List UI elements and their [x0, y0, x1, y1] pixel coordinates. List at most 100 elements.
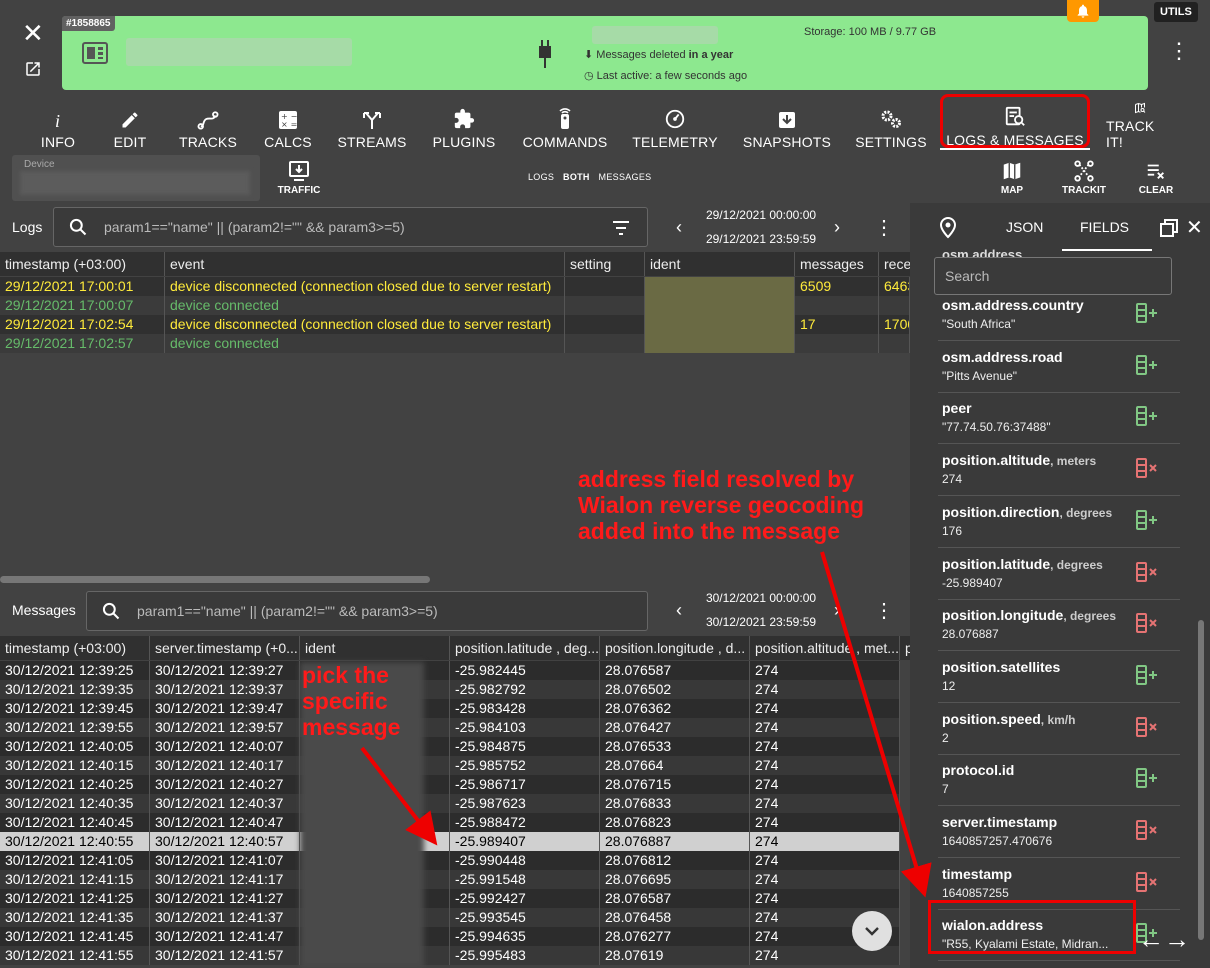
chevron-left-icon[interactable]: ‹ [676, 600, 682, 621]
trackit-button[interactable]: TRACKIT [1057, 160, 1111, 196]
tab-edit[interactable]: EDIT [114, 102, 146, 150]
tab-snapshots[interactable]: SNAPSHOTS [743, 102, 831, 150]
messages-filter-input[interactable]: param1=="name" || (param2!="" && param3>… [86, 591, 648, 631]
external-link-icon[interactable] [24, 60, 42, 78]
table-row[interactable]: 29/12/2021 17:00:07 device connected [0, 296, 910, 315]
clear-button[interactable]: CLEAR [1129, 160, 1183, 196]
table-row[interactable]: 30/12/2021 12:41:05 30/12/2021 12:41:07 -2… [0, 851, 900, 870]
chevron-left-icon[interactable]: ‹ [676, 217, 682, 238]
tab-track-it[interactable]: TRACK IT! [1106, 102, 1174, 150]
table-row[interactable]: 29/12/2021 17:00:01 device disconnected (… [0, 277, 910, 296]
tab-commands[interactable]: COMMANDS [522, 102, 608, 150]
col-timestamp[interactable]: timestamp (+03:00) [0, 636, 150, 660]
col-timestamp[interactable]: timestamp (+03:00) [0, 252, 165, 276]
table-row[interactable]: 29/12/2021 17:02:54 device disconnected (… [0, 315, 910, 334]
table-row[interactable]: 30/12/2021 12:39:25 30/12/2021 12:39:27 -2… [0, 661, 900, 680]
chevron-right-icon[interactable]: › [834, 217, 840, 238]
remove-column-icon[interactable] [1136, 716, 1160, 742]
add-column-icon[interactable] [1136, 664, 1160, 690]
col-rece[interactable]: rece [879, 252, 910, 276]
arrow-left-icon[interactable]: ← [1138, 924, 1164, 954]
toggle-messages[interactable]: MESSAGES [599, 172, 652, 182]
logs-horizontal-scrollbar[interactable] [0, 576, 430, 583]
col-ident[interactable]: ident [300, 636, 450, 660]
add-column-icon[interactable] [1136, 354, 1160, 380]
alarm-bell-button[interactable] [1067, 0, 1099, 22]
col-messages[interactable]: messages [795, 252, 879, 276]
field-item[interactable]: osm.address.country "South Africa" [938, 289, 1180, 341]
logs-date-range[interactable]: ‹ 29/12/2021 00:00:00 29/12/2021 23:59:5… [676, 207, 846, 247]
table-row[interactable]: 30/12/2021 12:39:55 30/12/2021 12:39:57 -2… [0, 718, 900, 737]
tab-info[interactable]: i INFO [41, 102, 75, 150]
filter-list-icon[interactable] [611, 220, 631, 236]
tab-streams[interactable]: STREAMS [337, 102, 406, 150]
messages-more-icon[interactable]: ⋮ [874, 598, 894, 623]
col-longitude[interactable]: position.longitude , d... [600, 636, 750, 660]
field-item[interactable]: position.altitude, meters 274 [938, 444, 1180, 497]
panel-scrollbar[interactable] [1198, 620, 1204, 940]
utils-button[interactable]: UTILS [1154, 2, 1198, 22]
remove-column-icon[interactable] [1136, 871, 1160, 897]
field-item[interactable]: protocol.id 7 [938, 754, 1180, 807]
table-row[interactable]: 30/12/2021 12:40:15 30/12/2021 12:40:17 -2… [0, 756, 900, 775]
more-vert-icon[interactable]: ⋮ [1168, 38, 1190, 64]
table-row[interactable]: 30/12/2021 12:41:35 30/12/2021 12:41:37 -2… [0, 908, 900, 927]
table-row[interactable]: 30/12/2021 12:39:35 30/12/2021 12:39:37 -2… [0, 680, 900, 699]
field-item[interactable]: position.satellites 12 [938, 651, 1180, 703]
table-row[interactable]: 30/12/2021 12:40:25 30/12/2021 12:40:27 -2… [0, 775, 900, 794]
add-column-icon[interactable] [1136, 303, 1160, 328]
tab-calcs[interactable]: + − × = CALCS [264, 102, 312, 150]
table-row-selected[interactable]: 30/12/2021 12:40:55 30/12/2021 12:40:57 -2… [0, 832, 900, 851]
remove-column-icon[interactable] [1136, 561, 1160, 587]
traffic-button[interactable]: TRAFFIC [276, 160, 322, 196]
table-row[interactable]: 30/12/2021 12:41:25 30/12/2021 12:41:27 -2… [0, 889, 900, 908]
field-item[interactable]: server.timestamp 1640857257.470676 [938, 806, 1180, 858]
col-latitude[interactable]: position.latitude , deg... [450, 636, 600, 660]
field-item[interactable]: position.speed, km/h 2 [938, 703, 1180, 755]
add-column-icon[interactable] [1136, 768, 1160, 793]
table-row[interactable]: 30/12/2021 12:40:35 30/12/2021 12:40:37 -2… [0, 794, 900, 813]
map-marker-icon[interactable] [940, 217, 956, 239]
close-icon[interactable]: ✕ [22, 18, 44, 49]
table-row[interactable]: 30/12/2021 12:39:45 30/12/2021 12:39:47 -2… [0, 699, 900, 718]
table-row[interactable]: 30/12/2021 12:41:45 30/12/2021 12:41:47 -2… [0, 927, 900, 946]
table-row[interactable]: 29/12/2021 17:02:57 device connected [0, 334, 910, 353]
tab-json[interactable]: JSON [1006, 219, 1043, 235]
field-item[interactable]: position.direction, degrees 176 [938, 496, 1180, 548]
scroll-to-bottom-button[interactable] [852, 911, 892, 951]
col-more[interactable]: p [900, 636, 910, 660]
remove-column-icon[interactable] [1136, 613, 1160, 638]
add-column-icon[interactable] [1136, 509, 1160, 535]
add-column-icon[interactable] [1136, 406, 1160, 431]
tab-tracks[interactable]: TRACKS [179, 102, 237, 150]
toggle-both[interactable]: BOTH [563, 172, 590, 182]
table-row[interactable]: 30/12/2021 12:41:55 30/12/2021 12:41:57 -2… [0, 946, 900, 965]
logs-more-icon[interactable]: ⋮ [874, 215, 894, 240]
tab-plugins[interactable]: PLUGINS [432, 102, 496, 150]
table-row[interactable]: 30/12/2021 12:40:05 30/12/2021 12:40:07 -2… [0, 737, 900, 756]
col-altitude[interactable]: position.altitude , met... [750, 636, 900, 660]
field-item[interactable]: osm.address.road "Pitts Avenue" [938, 341, 1180, 393]
device-select[interactable]: Device [12, 155, 260, 201]
tab-telemetry[interactable]: TELEMETRY [632, 102, 718, 150]
logs-filter-input[interactable]: param1=="name" || (param2!="" && param3>… [53, 207, 648, 247]
field-item[interactable]: position.latitude, degrees -25.989407 [938, 548, 1180, 600]
open-in-window-icon[interactable] [1160, 219, 1178, 237]
field-item[interactable]: position.longitude, degrees 28.076887 [938, 599, 1180, 652]
messages-date-range[interactable]: ‹ 30/12/2021 00:00:00 30/12/2021 23:59:5… [676, 590, 846, 630]
map-button[interactable]: MAP [985, 160, 1039, 196]
table-row[interactable]: 30/12/2021 12:40:45 30/12/2021 12:40:47 -2… [0, 813, 900, 832]
close-panel-icon[interactable]: ✕ [1186, 215, 1203, 240]
remove-column-icon[interactable] [1136, 458, 1160, 483]
col-setting[interactable]: setting [565, 252, 645, 276]
col-server-timestamp[interactable]: server.timestamp (+0... [150, 636, 300, 660]
chevron-right-icon[interactable]: › [834, 600, 840, 621]
field-item[interactable]: peer "77.74.50.76:37488" [938, 392, 1180, 445]
col-event[interactable]: event [165, 252, 565, 276]
arrow-right-icon[interactable]: → [1164, 924, 1190, 954]
toggle-logs[interactable]: LOGS [528, 172, 554, 182]
table-row[interactable]: 30/12/2021 12:41:15 30/12/2021 12:41:17 -2… [0, 870, 900, 889]
col-ident[interactable]: ident [645, 252, 795, 276]
remove-column-icon[interactable] [1136, 820, 1160, 845]
tab-fields[interactable]: FIELDS [1080, 219, 1129, 235]
